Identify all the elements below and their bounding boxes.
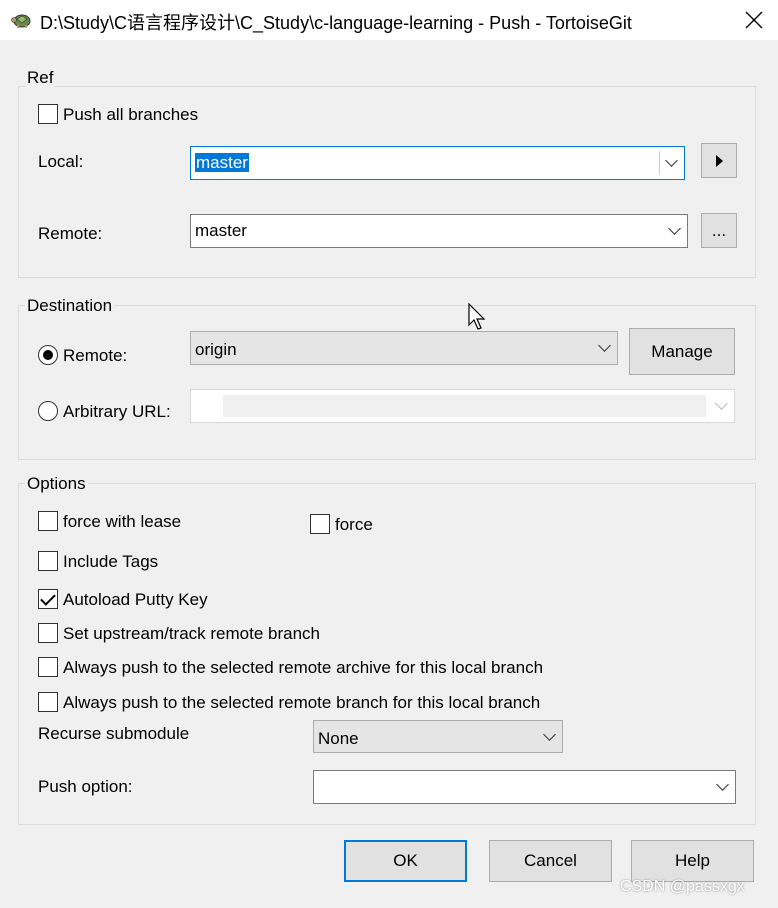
remote-value: origin: [195, 340, 237, 359]
remote-radio-label: Remote:: [63, 346, 128, 365]
include-tags-checkbox[interactable]: [38, 551, 58, 571]
push-option-combo[interactable]: [313, 770, 736, 804]
chevron-down-icon: [598, 339, 611, 352]
push-option-label: Push option:: [38, 777, 133, 796]
remote-branch-value: master: [195, 221, 247, 240]
tortoise-icon: [11, 14, 31, 28]
force-label: force: [335, 515, 373, 534]
chevron-down-icon: [715, 397, 728, 410]
chevron-down-icon: [668, 222, 681, 235]
title-bar: D:\Study\C语言程序设计\C_Study\c-language-lear…: [0, 0, 778, 40]
close-icon: [745, 11, 763, 29]
help-button[interactable]: Help: [631, 840, 754, 882]
remote-radio[interactable]: [38, 345, 58, 365]
local-branch-value: master: [195, 153, 249, 172]
always-push-archive-checkbox[interactable]: [38, 657, 58, 677]
set-upstream-checkbox[interactable]: [38, 623, 58, 643]
play-arrow-icon: [715, 154, 723, 167]
always-push-archive-label: Always push to the selected remote archi…: [63, 658, 544, 677]
browse-remote-button[interactable]: ...: [701, 213, 737, 248]
ok-button[interactable]: OK: [344, 840, 467, 882]
recurse-submodule-value: None: [318, 729, 359, 748]
push-all-branches-label: Push all branches: [63, 105, 199, 124]
close-button[interactable]: [738, 4, 770, 36]
push-all-branches-checkbox[interactable]: [38, 104, 58, 124]
set-upstream-label: Set upstream/track remote branch: [63, 624, 321, 643]
chevron-down-icon: [716, 778, 729, 791]
force-with-lease-label: force with lease: [63, 512, 182, 531]
window-title: D:\Study\C语言程序设计\C_Study\c-language-lear…: [40, 13, 632, 33]
arbitrary-url-radio[interactable]: [38, 401, 58, 421]
local-label: Local:: [38, 152, 84, 171]
force-checkbox[interactable]: [310, 514, 330, 534]
remote-combo[interactable]: origin: [190, 331, 618, 365]
cancel-button[interactable]: Cancel: [489, 840, 612, 882]
chevron-down-icon: [665, 154, 678, 167]
always-push-branch-checkbox[interactable]: [38, 692, 58, 712]
local-expand-button[interactable]: [701, 143, 737, 178]
arbitrary-url-combo[interactable]: [190, 389, 735, 423]
recurse-submodule-label: Recurse submodule: [38, 724, 190, 743]
remote-branch-combo[interactable]: master: [190, 214, 688, 248]
destination-group-label: Destination: [25, 296, 115, 316]
ref-group-label: Ref: [25, 68, 56, 88]
watermark: CSDN @passxgx: [620, 878, 745, 895]
include-tags-label: Include Tags: [63, 552, 159, 571]
chevron-down-icon: [543, 727, 556, 741]
recurse-submodule-combo[interactable]: None: [313, 720, 563, 753]
arbitrary-url-label: Arbitrary URL:: [63, 402, 171, 421]
force-with-lease-checkbox[interactable]: [38, 511, 58, 531]
autoload-putty-key-checkbox[interactable]: [38, 589, 58, 609]
manage-button[interactable]: Manage: [629, 328, 735, 375]
autoload-putty-key-label: Autoload Putty Key: [63, 590, 208, 609]
always-push-branch-label: Always push to the selected remote branc…: [63, 693, 541, 712]
remote-branch-label: Remote:: [38, 224, 103, 243]
local-branch-combo[interactable]: master: [190, 146, 685, 180]
options-group-label: Options: [25, 474, 88, 494]
mouse-cursor-icon: [468, 303, 486, 330]
